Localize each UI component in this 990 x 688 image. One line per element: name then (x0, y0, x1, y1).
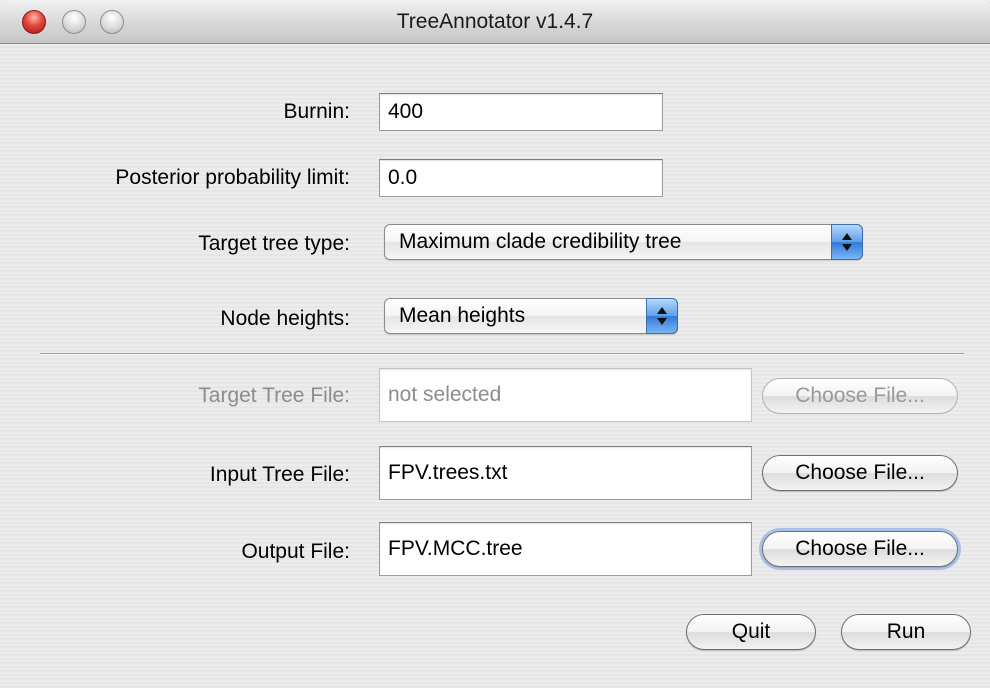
separator (40, 353, 964, 355)
input-tree-choose-file-button[interactable]: Choose File... (762, 455, 958, 491)
burnin-value: 400 (388, 100, 424, 123)
target-tree-type-selected: Maximum clade credibility tree (399, 230, 682, 253)
target-tree-file-value: not selected (388, 383, 502, 406)
target-tree-choose-file-button[interactable]: Choose File... (762, 378, 958, 414)
posterior-probability-limit-field[interactable]: 0.0 (379, 159, 663, 197)
burnin-field[interactable]: 400 (379, 93, 663, 131)
target-tree-file-field[interactable]: not selected (379, 368, 752, 422)
output-file-label: Output File: (241, 540, 350, 563)
target-tree-type-label: Target tree type: (198, 232, 350, 255)
input-tree-file-field[interactable]: FPV.trees.txt (379, 446, 752, 500)
output-file-field[interactable]: FPV.MCC.tree (379, 522, 752, 576)
burnin-label: Burnin: (283, 100, 350, 123)
updown-chevron-icon (646, 298, 678, 334)
input-tree-file-label: Input Tree File: (209, 463, 350, 486)
title-bar[interactable]: TreeAnnotator v1.4.7 (0, 0, 990, 44)
quit-button[interactable]: Quit (686, 614, 816, 650)
target-tree-type-popup[interactable]: Maximum clade credibility tree (384, 224, 863, 260)
posterior-probability-limit-value: 0.0 (388, 166, 418, 189)
output-file-value: FPV.MCC.tree (388, 537, 523, 560)
node-heights-label: Node heights: (220, 307, 350, 330)
run-button[interactable]: Run (841, 614, 971, 650)
posterior-probability-limit-label: Posterior probability limit: (115, 166, 350, 189)
output-choose-file-button[interactable]: Choose File... (762, 531, 958, 567)
node-heights-popup[interactable]: Mean heights (384, 298, 678, 334)
node-heights-selected: Mean heights (399, 304, 526, 327)
input-tree-file-value: FPV.trees.txt (388, 461, 508, 484)
window-title: TreeAnnotator v1.4.7 (396, 10, 594, 33)
treeannotator-window: TreeAnnotator v1.4.7 Burnin: 400 Posteri… (0, 0, 990, 688)
updown-chevron-icon (831, 224, 863, 260)
target-tree-file-label: Target Tree File: (198, 384, 350, 407)
